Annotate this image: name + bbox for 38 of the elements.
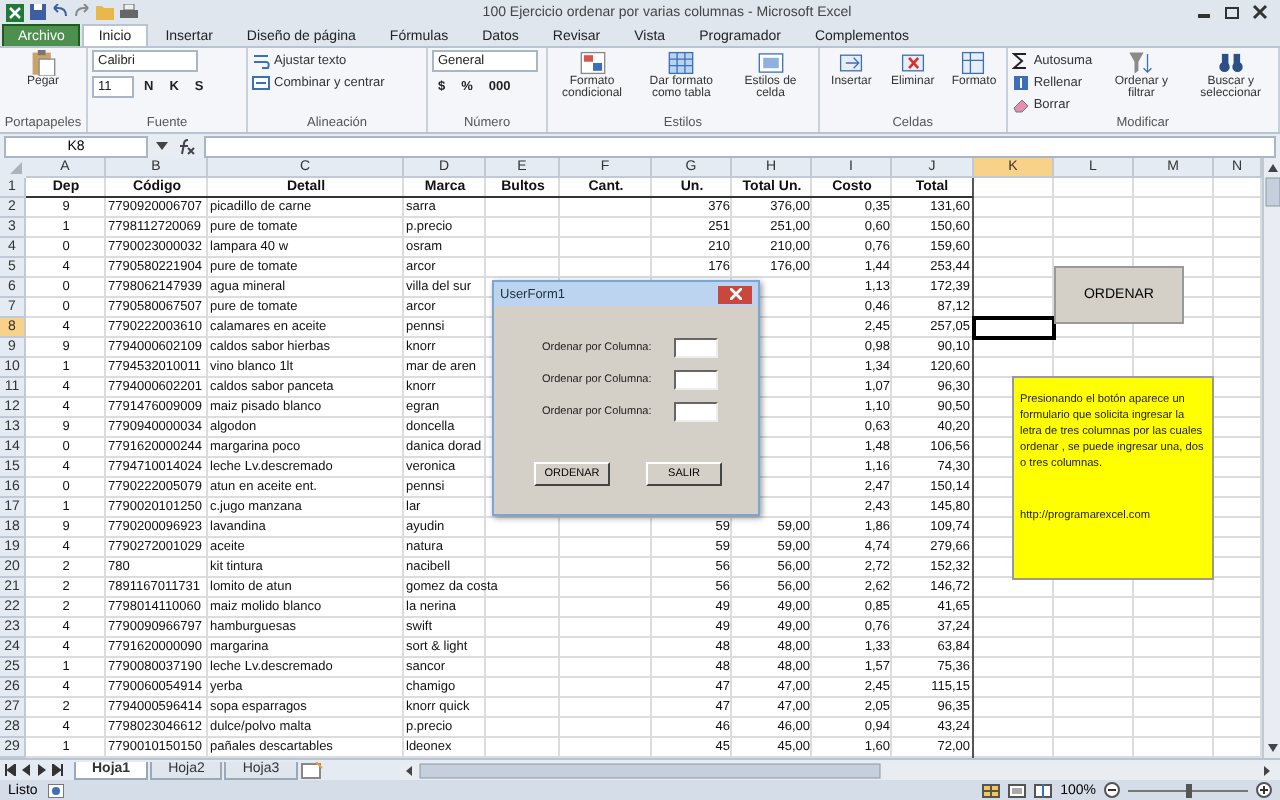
sigma-icon [1011,51,1030,69]
excel-logo-icon [6,3,24,21]
eraser-icon [1011,95,1030,113]
caret-icon[interactable] [156,140,168,152]
macro-record-icon[interactable] [47,783,64,797]
merge-cells-icon [252,73,270,91]
first-sheet-icon[interactable] [4,764,16,776]
fill-down-icon [1011,73,1030,91]
sort-filter-icon [1128,50,1155,76]
binoculars-icon [1217,50,1244,76]
save-icon[interactable] [30,4,46,20]
undo-icon[interactable] [52,4,68,20]
next-sheet-icon[interactable] [36,764,48,776]
page-layout-icon[interactable] [1008,783,1027,797]
insert-sheet-icon[interactable] [299,762,324,780]
function-icon[interactable] [176,137,196,155]
zoom-in-icon[interactable] [1256,782,1272,798]
column-input[interactable] [674,370,718,390]
restore-icon[interactable] [1224,4,1240,20]
redo-icon[interactable] [74,4,90,20]
close-icon[interactable] [1252,4,1268,20]
insert-cells-icon [838,50,865,76]
close-button[interactable] [718,285,752,303]
delete-cells-icon [899,50,926,76]
last-sheet-icon[interactable] [52,764,64,776]
close-icon [729,288,741,300]
formula-input[interactable] [204,135,1276,157]
format-cells-icon [960,50,987,76]
page-break-icon[interactable] [1034,783,1053,797]
column-input[interactable] [674,338,718,358]
previous-sheet-icon[interactable] [20,764,32,776]
printer-icon[interactable] [120,4,138,20]
zoom-out-icon[interactable] [1104,782,1120,798]
table-icon [668,50,695,76]
normal-view-icon[interactable] [982,783,1001,797]
column-input[interactable] [674,402,718,422]
wrap-text-icon [252,51,270,69]
slider-thumb[interactable] [1186,783,1192,797]
